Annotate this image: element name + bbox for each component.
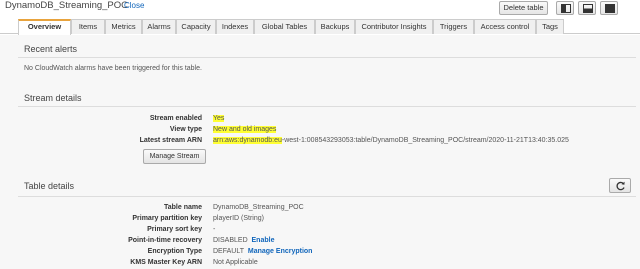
- tab-backups[interactable]: Backups: [315, 19, 355, 34]
- divider: [18, 196, 636, 197]
- pitr-value: DISABLED Enable: [213, 237, 274, 244]
- tab-contributor-insights[interactable]: Contributor Insights: [355, 19, 433, 34]
- recent-alerts-message: No CloudWatch alarms have been triggered…: [24, 65, 202, 72]
- tab-alarms[interactable]: Alarms: [142, 19, 176, 34]
- pitr-status: DISABLED: [213, 237, 248, 244]
- overview-panel: Recent alerts No CloudWatch alarms have …: [0, 35, 640, 269]
- tab-overview[interactable]: Overview: [18, 19, 71, 35]
- kms-master-key-arn-label: KMS Master Key ARN: [130, 259, 202, 266]
- primary-sort-key-value: -: [213, 226, 216, 233]
- view-type-value: New and old images: [213, 126, 277, 133]
- stream-enabled-value: Yes: [213, 115, 225, 122]
- view-type-label: View type: [169, 126, 202, 133]
- layout-split-vertical-button[interactable]: [556, 1, 574, 15]
- divider: [18, 57, 636, 58]
- enable-pitr-link[interactable]: Enable: [252, 237, 275, 244]
- top-bar: DynamoDB_Streaming_POC Close Delete tabl…: [0, 0, 640, 16]
- arn-highlighted-part: arn:aws:dynamodb:eu: [213, 137, 282, 144]
- primary-partition-key-value: playerID (String): [213, 215, 264, 222]
- encryption-type-value: DEFAULT Manage Encryption: [213, 248, 312, 255]
- encryption-type-label: Encryption Type: [147, 248, 202, 255]
- tab-capacity[interactable]: Capacity: [176, 19, 216, 34]
- tab-items[interactable]: Items: [71, 19, 105, 34]
- refresh-button[interactable]: [609, 178, 631, 193]
- primary-partition-key-label: Primary partition key: [132, 215, 202, 222]
- tab-global-tables[interactable]: Global Tables: [254, 19, 315, 34]
- manage-encryption-link[interactable]: Manage Encryption: [248, 248, 313, 255]
- latest-stream-arn-value: arn:aws:dynamodb:eu-west-1:008543293053:…: [213, 137, 569, 144]
- full-panel-icon: [605, 4, 615, 13]
- pitr-label: Point-in-time recovery: [128, 237, 202, 244]
- kms-master-key-arn-value: Not Applicable: [213, 259, 258, 266]
- stream-enabled-label: Stream enabled: [149, 115, 202, 122]
- refresh-icon: [616, 181, 625, 191]
- tab-triggers[interactable]: Triggers: [433, 19, 474, 34]
- tab-indexes[interactable]: Indexes: [216, 19, 254, 34]
- table-name-label: Table name: [164, 204, 202, 211]
- primary-sort-key-label: Primary sort key: [147, 226, 202, 233]
- table-title: DynamoDB_Streaming_POC: [5, 0, 129, 11]
- close-link[interactable]: Close: [124, 1, 144, 10]
- manage-stream-button[interactable]: Manage Stream: [143, 149, 206, 164]
- divider: [18, 106, 636, 107]
- recent-alerts-title: Recent alerts: [24, 44, 78, 54]
- encryption-type-text: DEFAULT: [213, 248, 244, 255]
- latest-stream-arn-label: Latest stream ARN: [139, 137, 202, 144]
- tab-tags[interactable]: Tags: [536, 19, 564, 34]
- table-details-title: Table details: [24, 181, 75, 191]
- table-name-value: DynamoDB_Streaming_POC: [213, 204, 304, 211]
- arn-rest: -west-1:008543293053:table/DynamoDB_Stre…: [281, 137, 569, 144]
- tab-metrics[interactable]: Metrics: [105, 19, 142, 34]
- layout-full-button[interactable]: [600, 1, 618, 15]
- layout-split-horizontal-button[interactable]: [578, 1, 596, 15]
- stream-details-title: Stream details: [24, 93, 82, 103]
- stream-enabled-text: Yes: [213, 115, 225, 122]
- view-type-text: New and old images: [213, 126, 277, 133]
- tab-bar: Overview Items Metrics Alarms Capacity I…: [0, 18, 640, 35]
- split-horizontal-icon: [583, 4, 593, 13]
- tab-access-control[interactable]: Access control: [474, 19, 536, 34]
- delete-table-button[interactable]: Delete table: [499, 1, 548, 15]
- split-vertical-icon: [561, 4, 571, 13]
